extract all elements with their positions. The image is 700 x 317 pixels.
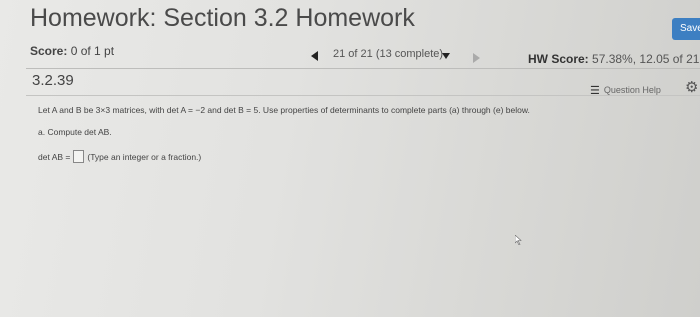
homework-screen: Homework: Section 3.2 Homework Save Scor…: [0, 0, 700, 317]
hw-score-display: HW Score: 57.38%, 12.05 of 21 p: [528, 52, 700, 66]
question-help-label: Question Help: [603, 85, 661, 95]
part-a-prompt: a. Compute det AB.: [38, 127, 112, 137]
score-value: 0 of 1 pt: [70, 44, 115, 58]
question-help-button[interactable]: ☰ Question Help: [590, 81, 661, 99]
question-number: 3.2.39: [32, 72, 74, 89]
page-title: Homework: Section 3.2 Homework: [30, 4, 415, 32]
answer-row: det AB = (Type an integer or a fraction.…: [38, 150, 201, 163]
save-button[interactable]: Save: [672, 18, 700, 40]
hw-score-value: 57.38%, 12.05 of 21 p: [592, 52, 700, 66]
gear-icon[interactable]: ⚙: [685, 78, 698, 96]
answer-hint: (Type an integer or a fraction.): [87, 151, 202, 162]
question-dropdown-icon[interactable]: [442, 53, 450, 59]
list-icon: ☰: [590, 84, 600, 97]
question-position[interactable]: 21 of 21 (13 complete): [333, 48, 443, 60]
score-display: Score: 0 of 1 pt: [30, 44, 114, 58]
score-label: Score:: [30, 44, 68, 58]
mouse-cursor-icon: [515, 235, 522, 245]
answer-input[interactable]: [73, 150, 85, 163]
answer-label: det AB =: [38, 151, 71, 162]
previous-question-icon[interactable]: [311, 51, 318, 61]
problem-statement: Let A and B be 3×3 matrices, with det A …: [38, 105, 530, 115]
hw-score-label: HW Score:: [528, 52, 589, 66]
next-question-icon[interactable]: [473, 53, 480, 63]
